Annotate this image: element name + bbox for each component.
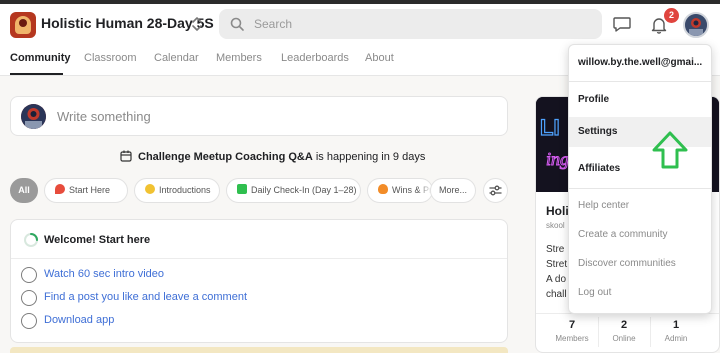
menu-item-profile[interactable]: Profile: [569, 85, 711, 115]
tab-leaderboards[interactable]: Leaderboards: [281, 52, 349, 64]
search-icon: [230, 17, 244, 31]
event-title[interactable]: Challenge Meetup Coaching Q&A: [138, 151, 313, 163]
desc-line: chall: [546, 289, 567, 300]
desc-line: Stret: [546, 259, 568, 270]
filter-settings-button[interactable]: [483, 178, 508, 203]
menu-item-label: Help center: [578, 200, 630, 211]
chip-daily-check-in-label: Daily Check-In (Day 1–28): [251, 185, 357, 195]
tab-community[interactable]: Community: [10, 52, 71, 64]
pushpin-icon: [55, 184, 65, 194]
stat-label: Admin: [664, 334, 688, 343]
search-bar[interactable]: [219, 9, 602, 39]
fire-icon: [378, 184, 388, 194]
calendar-icon: [120, 150, 132, 162]
logo-figure-head: [19, 19, 27, 27]
chat-icon[interactable]: [612, 15, 632, 33]
task-item[interactable]: Download app: [21, 312, 421, 330]
task-item[interactable]: Find a post you like and leave a comment: [21, 289, 421, 307]
event-timing: is happening in 9 days: [315, 151, 426, 163]
composer-avatar-image: [21, 104, 46, 129]
user-avatar[interactable]: [683, 12, 709, 38]
task-checkbox[interactable]: [21, 290, 37, 306]
chip-all[interactable]: All: [10, 178, 38, 203]
task-item[interactable]: Watch 60 sec intro video: [21, 266, 421, 284]
menu-item-log-out[interactable]: Log out: [569, 278, 711, 308]
checkbox-icon: [237, 184, 247, 194]
group-card-url[interactable]: skool: [546, 221, 565, 230]
chip-introductions-label: Introductions: [159, 185, 211, 195]
task-label[interactable]: Find a post you like and leave a comment: [44, 291, 247, 303]
account-email: willow.by.the.well@gmai...: [578, 57, 703, 68]
svg-text:ing: ing: [546, 149, 569, 169]
task-label[interactable]: Watch 60 sec intro video: [44, 268, 164, 280]
tab-about[interactable]: About: [365, 52, 394, 64]
account-menu: willow.by.the.well@gmai... Profile Setti…: [568, 44, 712, 314]
tab-calendar[interactable]: Calendar: [154, 52, 199, 64]
category-filter-bar: All Start Here Introductions Daily Check…: [10, 178, 508, 203]
menu-item-label: Log out: [578, 287, 612, 298]
svg-text:LI: LI: [540, 115, 560, 140]
welcome-title: Welcome! Start here: [44, 234, 151, 246]
menu-item-label: Create a community: [578, 229, 668, 240]
sliders-icon: [489, 185, 502, 196]
event-banner[interactable]: Challenge Meetup Coaching Q&A is happeni…: [120, 150, 425, 164]
chip-introductions[interactable]: Introductions: [134, 178, 220, 203]
progress-ring-icon: [24, 233, 38, 247]
active-tab-indicator: [10, 73, 63, 75]
menu-item-discover-communities[interactable]: Discover communities: [569, 249, 711, 279]
stat-value: 1: [672, 319, 680, 331]
tab-members[interactable]: Members: [216, 52, 262, 64]
search-input[interactable]: [254, 15, 574, 33]
menu-item-label: Profile: [578, 94, 610, 105]
stat-value: 2: [620, 319, 628, 331]
chip-daily-check-in[interactable]: Daily Check-In (Day 1–28): [226, 178, 361, 203]
stat-members[interactable]: 7 Members: [546, 319, 598, 343]
menu-item-label: Settings: [578, 126, 618, 137]
notification-badge: 2: [664, 8, 679, 23]
stat-online[interactable]: 2 Online: [598, 319, 650, 343]
stat-label: Online: [612, 334, 636, 343]
stat-label: Members: [555, 334, 589, 343]
group-card-name: Holi: [546, 204, 569, 218]
menu-divider: [569, 81, 711, 82]
menu-item-create-community[interactable]: Create a community: [569, 220, 711, 250]
chip-wins[interactable]: Wins & Pr: [367, 178, 433, 203]
chip-start-here-label: Start Here: [69, 185, 111, 195]
welcome-checklist: Welcome! Start here Watch 60 sec intro v…: [10, 219, 508, 343]
desc-line: A do: [546, 274, 567, 285]
wave-hand-icon: [145, 184, 155, 194]
task-checkbox[interactable]: [21, 267, 37, 283]
switch-group-icon[interactable]: [190, 15, 204, 33]
task-checkbox[interactable]: [21, 313, 37, 329]
menu-item-label: Affiliates: [578, 163, 621, 174]
menu-divider: [569, 188, 711, 189]
chip-more[interactable]: More...: [430, 178, 476, 203]
next-post-card-edge: [10, 347, 508, 353]
header: Holistic Human 28-Day 5S 2: [0, 4, 720, 44]
menu-item-help-center[interactable]: Help center: [569, 191, 711, 221]
post-composer[interactable]: Write something: [10, 96, 508, 136]
task-label[interactable]: Download app: [44, 314, 114, 326]
chip-start-here[interactable]: Start Here: [44, 178, 128, 203]
menu-item-label: Discover communities: [578, 258, 676, 269]
avatar-image: [685, 14, 707, 36]
desc-line: Stre: [546, 244, 565, 255]
annotation-arrow-icon: [652, 131, 688, 169]
tab-classroom[interactable]: Classroom: [84, 52, 137, 64]
group-name[interactable]: Holistic Human 28-Day 5S: [41, 15, 214, 31]
welcome-divider: [11, 258, 507, 259]
composer-placeholder: Write something: [57, 109, 151, 124]
group-card-description: Stre Stret A do chall: [546, 242, 567, 302]
stat-value: 7: [568, 319, 576, 331]
composer-avatar: [21, 104, 46, 129]
stat-admin[interactable]: 1 Admin: [650, 319, 702, 343]
group-logo[interactable]: [10, 12, 36, 38]
